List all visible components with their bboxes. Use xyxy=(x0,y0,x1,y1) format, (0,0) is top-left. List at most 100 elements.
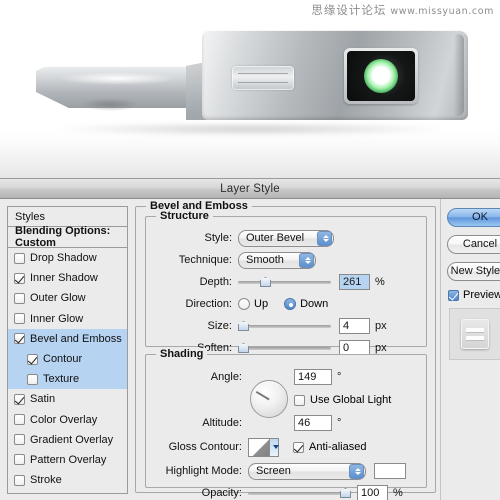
structure-group: Structure Style: Outer Bevel Technique: xyxy=(145,210,427,356)
radio-direction-down[interactable] xyxy=(284,298,297,310)
label-gradient-overlay: Gradient Overlay xyxy=(30,433,114,446)
checkbox-contour[interactable] xyxy=(27,353,38,365)
new-style-button[interactable]: New Style... xyxy=(447,262,500,281)
checkbox-inner-shadow[interactable] xyxy=(14,272,25,284)
shading-group-legend: Shading xyxy=(156,348,208,360)
angle-row: Angle: ° xyxy=(152,366,418,388)
altitude-input[interactable] xyxy=(294,414,332,431)
checkbox-outer-glow[interactable] xyxy=(14,292,25,304)
radio-direction-up[interactable] xyxy=(238,298,250,310)
device-lens xyxy=(347,51,415,101)
altitude-unit: ° xyxy=(337,416,342,429)
opacity-slider-knob[interactable] xyxy=(340,488,351,498)
highlight-color-swatch[interactable] xyxy=(374,463,406,479)
settings-column: Bevel and Emboss Structure Style: Outer … xyxy=(134,199,440,500)
checkbox-satin[interactable] xyxy=(14,393,25,405)
technique-dropdown[interactable]: Smooth xyxy=(238,251,316,269)
size-row: Size: px xyxy=(152,316,418,336)
preview-thumbnail xyxy=(449,308,500,360)
depth-unit: % xyxy=(375,276,385,288)
checkbox-anti-aliased[interactable] xyxy=(293,441,304,453)
angle-unit: ° xyxy=(337,371,342,383)
style-row-color-overlay[interactable]: Color Overlay xyxy=(8,410,127,430)
angle-dial[interactable] xyxy=(250,380,288,418)
usb-device-illustration xyxy=(36,28,468,136)
style-row-gradient-overlay[interactable]: Gradient Overlay xyxy=(8,430,127,450)
opacity-row: Opacity: % xyxy=(152,483,418,500)
style-row-pattern-overlay[interactable]: Pattern Overlay xyxy=(8,450,127,470)
soften-slider-knob[interactable] xyxy=(238,343,249,353)
chevron-down-icon[interactable] xyxy=(269,438,279,456)
preview-checkbox-row[interactable]: Preview xyxy=(448,289,500,301)
label-satin: Satin xyxy=(30,393,56,406)
checkbox-stroke[interactable] xyxy=(14,474,25,486)
blending-options-label: Blending Options: Custom xyxy=(15,225,111,249)
preview-shape xyxy=(461,319,489,349)
gloss-contour-label: Gloss Contour: xyxy=(168,441,242,453)
size-slider-knob[interactable] xyxy=(238,321,249,331)
depth-slider-knob[interactable] xyxy=(260,277,271,287)
label-bevel-and-emboss: Bevel and Emboss xyxy=(30,332,122,345)
device-grip-detail xyxy=(232,66,294,90)
device-shadow-smudge xyxy=(82,98,138,111)
highlight-mode-dropdown[interactable]: Screen xyxy=(248,462,366,480)
style-row-satin[interactable]: Satin xyxy=(8,389,127,409)
label-outer-glow: Outer Glow xyxy=(30,292,86,305)
depth-row: Depth: % xyxy=(152,272,418,292)
direction-label: Direction: xyxy=(185,298,232,310)
checkbox-preview[interactable] xyxy=(448,289,459,301)
checkbox-color-overlay[interactable] xyxy=(14,414,25,426)
cancel-button[interactable]: Cancel xyxy=(447,235,500,254)
highlight-mode-dropdown-wrap[interactable]: Screen xyxy=(248,462,366,480)
preview-label: Preview xyxy=(463,289,500,301)
checkbox-gradient-overlay[interactable] xyxy=(14,434,25,446)
opacity-slider[interactable] xyxy=(248,485,351,500)
preview-shape-band xyxy=(466,336,484,341)
gloss-contour-row: Gloss Contour: Anti-aliased xyxy=(152,435,418,459)
style-row-stroke[interactable]: Stroke xyxy=(8,470,127,490)
watermark: 思缘设计论坛 www.missyuan.com xyxy=(311,2,494,18)
label-pattern-overlay: Pattern Overlay xyxy=(30,453,107,466)
style-dropdown[interactable]: Outer Bevel xyxy=(238,229,334,247)
angle-label: Angle: xyxy=(210,371,242,383)
style-row-inner-shadow[interactable]: Inner Shadow xyxy=(8,268,127,288)
checkbox-bevel-and-emboss[interactable] xyxy=(14,333,25,345)
checkbox-inner-glow[interactable] xyxy=(14,313,25,325)
style-row-drop-shadow[interactable]: Drop Shadow xyxy=(8,248,127,268)
gloss-contour-preview[interactable] xyxy=(248,437,279,457)
structure-group-legend: Structure xyxy=(156,210,213,222)
style-dropdown-wrap[interactable]: Outer Bevel xyxy=(238,229,334,247)
size-input[interactable] xyxy=(339,318,370,334)
size-slider[interactable] xyxy=(238,318,331,334)
style-row: Style: Outer Bevel xyxy=(152,228,418,248)
product-photo-area: 思缘设计论坛 www.missyuan.com xyxy=(0,0,500,178)
dialog-body: Styles Blending Options: Custom Drop Sha… xyxy=(0,199,500,500)
opacity-label: Opacity: xyxy=(201,487,242,499)
depth-slider[interactable] xyxy=(238,274,331,290)
style-row-texture[interactable]: Texture xyxy=(8,369,127,390)
style-row-outer-glow[interactable]: Outer Glow xyxy=(8,288,127,308)
size-slider-track xyxy=(238,325,331,328)
opacity-input[interactable] xyxy=(357,485,388,500)
green-led-indicator xyxy=(364,59,398,93)
highlight-mode-row: Highlight Mode: Screen xyxy=(152,461,418,481)
style-row-bevel-and-emboss[interactable]: Bevel and Emboss xyxy=(8,328,127,349)
technique-dropdown-wrap[interactable]: Smooth xyxy=(238,251,316,269)
dialog-titlebar[interactable]: Layer Style xyxy=(0,179,500,199)
direction-up-label: Up xyxy=(254,298,269,310)
checkbox-use-global-light[interactable] xyxy=(294,394,305,406)
ok-button[interactable]: OK xyxy=(447,208,500,227)
layer-style-dialog: Layer Style Styles Blending Options: Cus… xyxy=(0,178,500,500)
angle-input[interactable] xyxy=(294,369,332,385)
styles-list-box: Styles Blending Options: Custom Drop Sha… xyxy=(7,206,128,494)
style-row-contour[interactable]: Contour xyxy=(8,348,127,370)
size-unit: px xyxy=(375,320,387,332)
checkbox-texture[interactable] xyxy=(27,373,38,385)
style-row-inner-glow[interactable]: Inner Glow xyxy=(8,309,127,329)
watermark-url: www.missyuan.com xyxy=(390,6,494,17)
styles-header-label: Styles xyxy=(15,210,45,223)
checkbox-drop-shadow[interactable] xyxy=(14,252,25,264)
checkbox-pattern-overlay[interactable] xyxy=(14,454,25,466)
depth-input[interactable] xyxy=(339,274,370,290)
blending-options-row[interactable]: Blending Options: Custom xyxy=(8,225,127,249)
